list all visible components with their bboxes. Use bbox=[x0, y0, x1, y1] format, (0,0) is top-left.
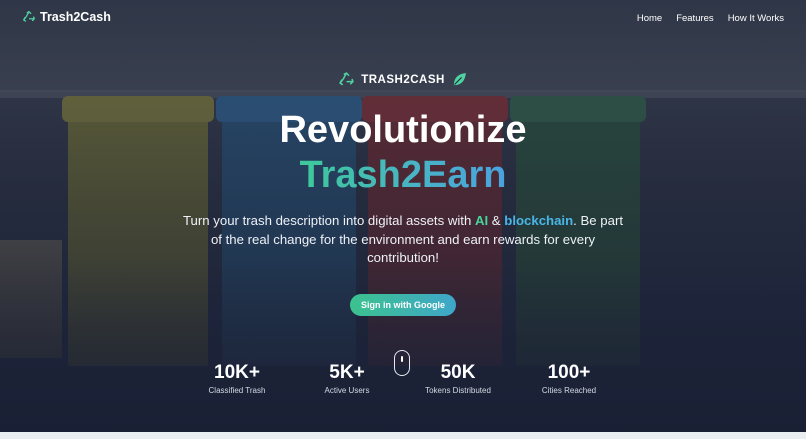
nav-links: Home Features How It Works bbox=[637, 13, 784, 24]
stat-label: Active Users bbox=[324, 386, 370, 395]
stat-classified-trash: 10K+ Classified Trash bbox=[182, 362, 292, 395]
stat-active-users: 5K+ Active Users bbox=[292, 362, 402, 395]
nav-link-features[interactable]: Features bbox=[676, 13, 714, 24]
desc-text-1: Turn your trash description into digital… bbox=[182, 213, 475, 228]
nav-link-home[interactable]: Home bbox=[637, 13, 662, 24]
stat-label: Cities Reached bbox=[541, 386, 597, 395]
badge-label: TRASH2CASH bbox=[361, 73, 445, 86]
hero-title-line2: Trash2Earn bbox=[0, 153, 806, 197]
brand-name: Trash2Cash bbox=[40, 10, 111, 24]
desc-amp: & bbox=[488, 213, 505, 228]
hero-description: Turn your trash description into digital… bbox=[180, 212, 626, 268]
recycle-icon bbox=[23, 11, 35, 22]
nav-link-how-it-works[interactable]: How It Works bbox=[728, 13, 784, 24]
stat-tokens-distributed: 50K Tokens Distributed bbox=[403, 362, 513, 395]
leaf-icon bbox=[453, 73, 466, 86]
navbar: Trash2Cash Home Features How It Works bbox=[0, 0, 806, 36]
stat-label: Tokens Distributed bbox=[425, 386, 491, 395]
stat-value: 5K+ bbox=[329, 362, 365, 383]
stat-value: 100+ bbox=[547, 362, 591, 383]
sign-in-google-button[interactable]: Sign in with Google bbox=[350, 294, 456, 316]
hero-title-gradient: Trash2Earn bbox=[299, 154, 507, 196]
hero-title-line1: Revolutionize bbox=[279, 109, 527, 151]
stat-value: 10K+ bbox=[214, 362, 260, 383]
next-section-edge bbox=[0, 432, 806, 439]
stat-value: 50K bbox=[440, 362, 476, 383]
stat-label: Classified Trash bbox=[208, 386, 266, 395]
brand-logo[interactable]: Trash2Cash bbox=[22, 10, 111, 24]
desc-blockchain-highlight: blockchain bbox=[504, 213, 574, 228]
hero-badge: TRASH2CASH bbox=[0, 71, 806, 88]
desc-ai-highlight: AI bbox=[474, 213, 489, 228]
stat-cities-reached: 100+ Cities Reached bbox=[514, 362, 624, 395]
recycle-icon bbox=[339, 72, 354, 86]
